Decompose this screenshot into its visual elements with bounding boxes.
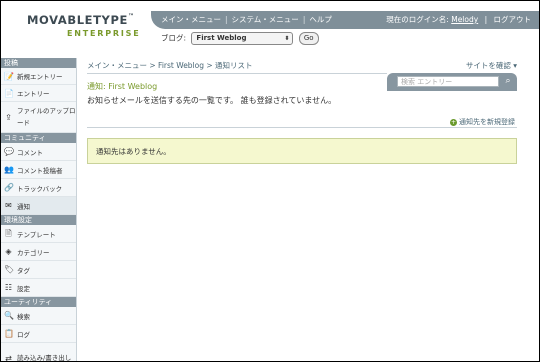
select-arrows-icon: ⬍ <box>284 35 290 42</box>
sidebar-item-settings[interactable]: ☷ 設定 <box>1 279 76 297</box>
nav-main-menu[interactable]: メイン・メニュー <box>161 15 221 24</box>
search-box: 検索 エントリー ⌕ <box>387 73 517 91</box>
sidebar-item-new-entry[interactable]: 📝 新規エントリー <box>1 68 76 85</box>
nav-help[interactable]: ヘルプ <box>309 15 332 24</box>
sidebar-item-search[interactable]: 🔍 検索 <box>1 307 76 325</box>
settings-icon: ☷ <box>4 283 13 292</box>
sidebar-item-notifications[interactable]: ✉ 通知 <box>1 197 76 215</box>
trackback-icon: 🔗 <box>4 183 14 192</box>
notification-icon: ✉ <box>5 201 12 210</box>
sidebar-item-upload[interactable]: ⇪ ファイルのアップロード <box>1 102 76 133</box>
sidebar-item-templates[interactable]: 🗎 テンプレート <box>1 225 76 243</box>
commenter-icon: 👥 <box>4 165 14 174</box>
go-button[interactable]: Go <box>298 32 319 45</box>
sidebar: 投稿 📝 新規エントリー 📄 エントリー ⇪ ファイルのアップロード コミュニティ 💬… <box>1 58 77 362</box>
add-notification-link[interactable]: + 通知先を新規登録 <box>450 117 515 127</box>
logo-sub: ENTERPRISE <box>67 29 141 38</box>
sidebar-item-categories[interactable]: ◈ カテゴリー <box>1 243 76 261</box>
blog-label: ブログ: <box>161 33 187 43</box>
sidebar-item-comments[interactable]: 💬 コメント <box>1 143 76 161</box>
entries-icon: 📄 <box>4 88 14 98</box>
sidebar-section-posting: 投稿 <box>1 58 76 68</box>
sidebar-item-tags[interactable]: 🏷 タグ <box>1 261 76 279</box>
blog-select[interactable]: First Weblog ⬍ <box>191 32 294 45</box>
upload-icon: ⇪ <box>5 112 12 122</box>
sidebar-item-commenters[interactable]: 👥 コメント投稿者 <box>1 161 76 179</box>
sidebar-item-trackbacks[interactable]: 🔗 トラックバック <box>1 179 76 197</box>
tag-icon: 🏷 <box>4 265 15 274</box>
divider <box>87 127 517 128</box>
header: MOVABLETYPE™ ENTERPRISE メイン・メニュー | システム・メニ… <box>1 1 539 57</box>
page-description: お知らせメールを送信する先の一覧です。 誰も登録されていません。 <box>87 96 337 105</box>
user-info: 現在のログイン名: Melody | ログアウト <box>386 15 532 24</box>
log-icon: 📋 <box>4 329 14 338</box>
template-icon: 🗎 <box>5 229 12 238</box>
plus-icon: + <box>450 118 457 126</box>
movable-type-logo[interactable]: MOVABLETYPE™ ENTERPRISE <box>27 13 142 45</box>
breadcrumb[interactable]: メイン・メニュー > First Weblog > 通知リスト <box>87 60 253 71</box>
empty-notice: 通知先はありません。 <box>87 138 517 164</box>
sidebar-section-settings: 環境設定 <box>1 215 76 225</box>
global-nav: メイン・メニュー | システム・メニュー | ヘルプ <box>161 15 332 24</box>
view-site-link[interactable]: サイトを確認 ▾ <box>466 60 517 71</box>
user-label: 現在のログイン名: <box>386 15 449 24</box>
page-title: 通知: First Weblog <box>87 82 158 91</box>
sidebar-section-community: コミュニティ <box>1 133 76 143</box>
sidebar-item-log[interactable]: 📋 ログ <box>1 325 76 343</box>
sidebar-item-import-export[interactable]: ⇄ 読み込み/書き出し <box>1 343 76 362</box>
sidebar-section-utilities: ユーティリティ <box>1 297 76 307</box>
category-icon: ◈ <box>5 247 12 256</box>
user-name-link[interactable]: Melody <box>451 15 478 24</box>
nav-system-menu[interactable]: システム・メニュー <box>232 15 299 24</box>
search-button-icon[interactable]: ⌕ <box>502 75 514 87</box>
search-input[interactable]: 検索 エントリー <box>397 76 499 87</box>
app-window: MOVABLETYPE™ ENTERPRISE メイン・メニュー | システム・メニ… <box>0 0 540 362</box>
blog-selector: ブログ: First Weblog ⬍ Go <box>161 32 319 45</box>
top-navigation-bar: メイン・メニュー | システム・メニュー | ヘルプ 現在のログイン名: Melody … <box>151 11 539 29</box>
logout-link[interactable]: ログアウト <box>494 15 532 24</box>
search-icon: 🔍 <box>4 311 14 320</box>
comment-icon: 💬 <box>4 147 14 156</box>
sidebar-item-entries[interactable]: 📄 エントリー <box>1 85 76 102</box>
logo-main: MOVABLETYPE™ <box>27 13 135 27</box>
new-entry-icon: 📝 <box>4 71 14 81</box>
import-export-icon: ⇄ <box>5 353 12 362</box>
